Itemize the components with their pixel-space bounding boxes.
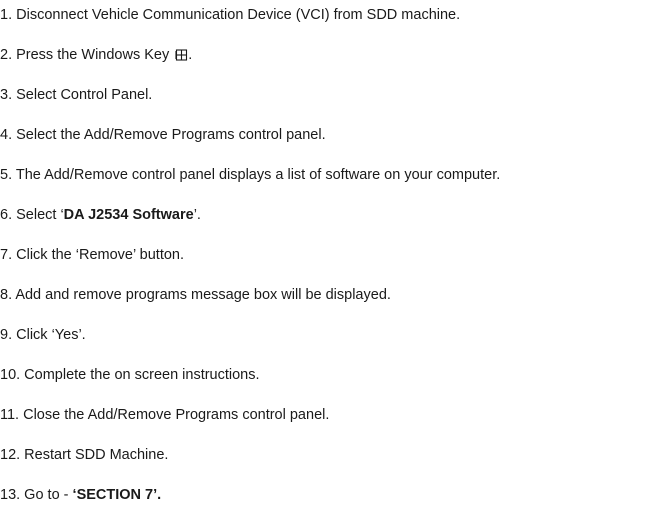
step-13: 13. Go to - ‘SECTION 7’. — [0, 486, 161, 504]
step-6-prefix: 6. Select ‘ — [0, 207, 64, 223]
windows-key-icon — [175, 48, 188, 66]
step-8-text: 8. Add and remove programs message box w… — [0, 287, 391, 303]
step-4-text: 4. Select the Add/Remove Programs contro… — [0, 127, 326, 143]
step-11: 11. Close the Add/Remove Programs contro… — [0, 406, 329, 424]
step-2-suffix: . — [188, 47, 193, 63]
step-3-text: 3. Select Control Panel. — [0, 87, 153, 103]
step-9-text: 9. Click ‘Yes’. — [0, 327, 86, 343]
step-7: 7. Click the ‘Remove’ button. — [0, 246, 184, 264]
step-1-text: 1. Disconnect Vehicle Communication Devi… — [0, 7, 461, 23]
step-7-text: 7. Click the ‘Remove’ button. — [0, 247, 185, 263]
step-2: 2. Press the Windows Key . — [0, 46, 192, 66]
step-10: 10. Complete the on screen instructions. — [0, 366, 260, 384]
step-3: 3. Select Control Panel. — [0, 86, 152, 104]
step-12-text: 12. Restart SDD Machine. — [0, 447, 169, 463]
step-6-suffix: ’. — [193, 207, 201, 223]
step-5-text: 5. The Add/Remove control panel displays… — [0, 167, 501, 183]
step-8: 8. Add and remove programs message box w… — [0, 286, 391, 304]
step-4: 4. Select the Add/Remove Programs contro… — [0, 126, 326, 144]
step-6: 6. Select ‘DA J2534 Software’. — [0, 206, 201, 224]
step-12: 12. Restart SDD Machine. — [0, 446, 168, 464]
step-2-prefix: 2. Press the Windows Key — [0, 47, 174, 63]
step-5: 5. The Add/Remove control panel displays… — [0, 166, 500, 184]
step-9: 9. Click ‘Yes’. — [0, 326, 86, 344]
step-1: 1. Disconnect Vehicle Communication Devi… — [0, 6, 460, 24]
software-name: DA J2534 Software — [63, 207, 194, 223]
step-10-text: 10. Complete the on screen instructions. — [0, 367, 260, 383]
step-13-prefix: 13. Go to - — [0, 487, 73, 503]
step-11-text: 11. Close the Add/Remove Programs contro… — [0, 407, 330, 423]
section-reference: ‘SECTION 7’. — [72, 487, 162, 503]
